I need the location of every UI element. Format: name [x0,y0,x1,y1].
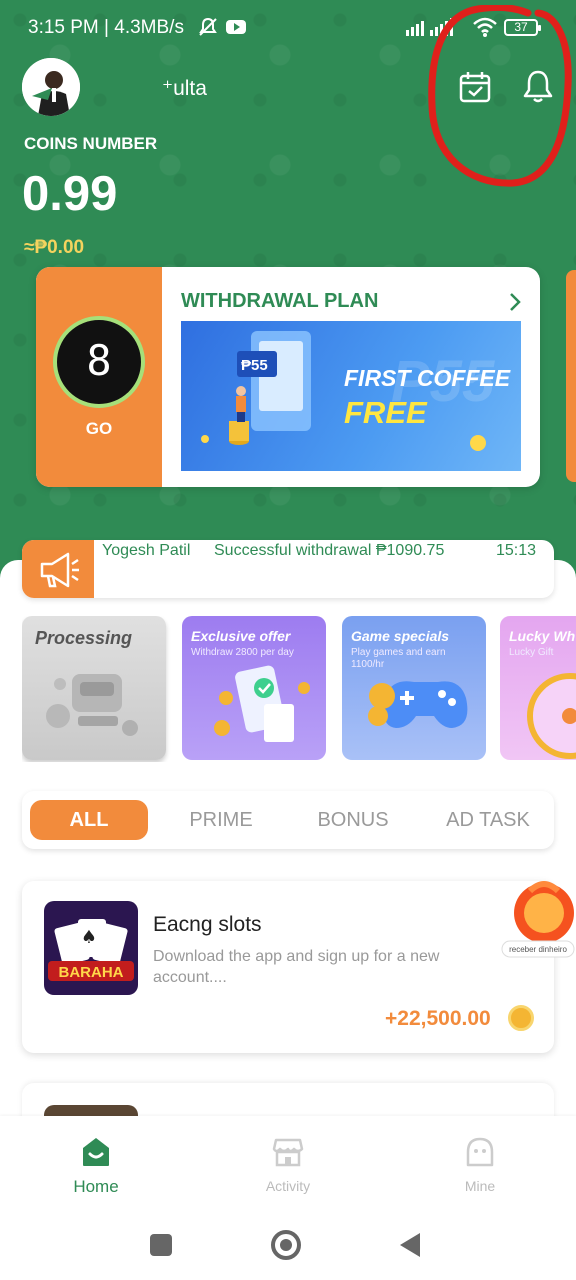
next-carousel-card[interactable] [566,270,576,482]
avatar-illustration-icon [22,58,80,116]
promo-carousel: Processing Exclusive offer Withdraw 2800… [22,616,576,762]
promo-processing[interactable]: Processing [22,616,166,760]
home-circle-icon[interactable] [271,1230,301,1260]
recent-apps-icon[interactable] [150,1234,172,1256]
promo-title: Processing [35,628,133,648]
banner-headline: FIRST COFFEE [344,365,511,391]
promo-subtitle: Play games and earn 1100/hr [351,647,446,670]
nav-activity[interactable]: Activity [228,1136,348,1194]
store-icon [272,1138,304,1167]
ticker-message: Successful withdrawal ₱1090.75 [214,542,445,559]
first-coffee-banner[interactable]: ₱55 P55 FIRST COFFEE FREE [181,321,521,471]
red-annotation-circle [428,5,572,187]
username: ⁺ulta [162,77,207,100]
withdrawal-plan-card[interactable]: 8 GO WITHDRAWAL PLAN ₱55 P55 FIRST COFFE… [36,267,540,487]
youtube-icon [226,20,246,34]
megaphone-icon [40,552,79,588]
ticker-icon-box [22,540,94,598]
promo-subtitle: Withdraw 2800 per day [191,647,294,658]
ticker-username: Yogesh Patil [102,542,191,559]
go-button[interactable]: GO [36,419,162,439]
task-card[interactable]: ♠ BARAHA Eacng slots Download the app an… [22,881,575,1053]
back-triangle-icon[interactable] [400,1233,420,1257]
countdown-timer: 8 [53,316,145,408]
ticker-time: 15:13 [496,542,537,559]
bottom-navigation: Home Activity Mine [0,1116,576,1210]
coin-icon [508,1005,534,1031]
gift-badge-icon[interactable]: receber dinheiro [500,877,576,963]
coins-peso-equivalent: ≈₱0.00 [24,237,85,258]
nav-label: Activity [265,1178,311,1194]
coins-label: COINS NUMBER [24,134,158,153]
banner-free-label: FREE [344,395,427,430]
tab-all[interactable]: ALL [30,800,148,840]
promo-subtitle: Lucky Gift [509,647,554,658]
task-reward: +22,500.00 [385,1007,491,1030]
nav-home[interactable]: Home [36,1136,156,1197]
coins-value: 0.99 [22,167,118,221]
mute-icon [199,17,217,36]
profile-icon [466,1137,494,1167]
status-time: 3:15 PM | 4.3MB/s [28,17,184,38]
home-icon [83,1138,109,1166]
withdrawal-plan-title: WITHDRAWAL PLAN [181,290,379,312]
promo-game-specials[interactable]: Game specials Play games and earn 1100/h… [342,616,486,760]
promo-title: Game specials [351,628,450,644]
task-icon-text: BARAHA [59,964,124,981]
promo-title: Exclusive offer [191,628,291,644]
nav-label: Home [73,1177,119,1196]
badge-text: receber dinheiro [509,945,567,954]
nav-label: Mine [464,1178,496,1194]
task-description: Download the app and sign up for a new a… [153,948,440,986]
svg-text:♠: ♠ [81,927,97,948]
task-title: Eacng slots [153,913,262,936]
promo-exclusive-offer[interactable]: Exclusive offer Withdraw 2800 per day [182,616,326,760]
tab-bonus[interactable]: BONUS [294,800,412,840]
slots-app-icon: ♠ BARAHA [44,901,138,995]
countdown-panel[interactable]: 8 GO [36,267,162,487]
withdrawal-ticker: Yogesh Patil Successful withdrawal ₱1090… [22,540,554,598]
nav-mine[interactable]: Mine [420,1136,540,1194]
task-category-tabs: ALL PRIME BONUS AD TASK [22,791,554,849]
avatar[interactable] [22,58,80,116]
promo-lucky-wheel[interactable]: Lucky Wh Lucky Gift [500,616,576,760]
chevron-right-icon[interactable] [508,291,522,313]
system-navigation-bar [0,1210,576,1280]
tab-prime[interactable]: PRIME [162,800,280,840]
banner-badge: ₱55 [241,357,268,374]
promo-title: Lucky Wh [509,628,576,644]
task-app-icon: ♠ BARAHA [44,901,138,995]
tab-ad-task[interactable]: AD TASK [426,800,550,840]
